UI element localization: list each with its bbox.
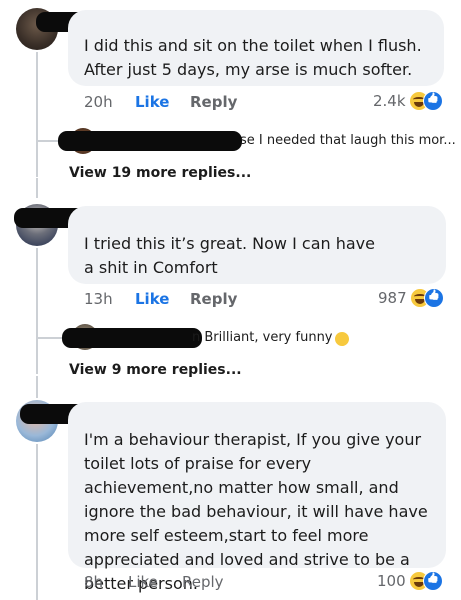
reply-preview[interactable]: se I needed that laugh this mor... (240, 133, 456, 148)
thread-line (36, 248, 38, 374)
reply-button[interactable]: Reply (190, 290, 237, 308)
thread-branch (36, 337, 62, 339)
reply-preview[interactable]: n Brilliant, very funny (192, 330, 333, 345)
reply-button[interactable]: Reply (190, 93, 237, 111)
view-more-replies[interactable]: View 9 more replies... (69, 362, 242, 378)
rofl-emoji (333, 330, 351, 348)
like-button[interactable]: Like (135, 290, 169, 308)
reaction-summary[interactable]: 987 (378, 288, 444, 308)
thread-line (36, 444, 38, 600)
reaction-count: 2.4k (373, 92, 406, 110)
comment-text: I tried this it’s great. Now I can have … (84, 234, 375, 277)
redacted-reply-name (58, 131, 242, 151)
thread-line (36, 376, 38, 398)
comment-time: 8h (84, 573, 104, 591)
comment-text: I did this and sit on the toilet when I … (84, 36, 422, 79)
comment-time: 13h (84, 290, 113, 308)
reaction-summary[interactable]: 100 (377, 571, 443, 591)
reaction-count: 987 (378, 289, 407, 307)
thread-line (36, 178, 38, 198)
comment-time: 20h (84, 93, 113, 111)
like-icon (422, 571, 443, 591)
like-button[interactable]: Like (128, 573, 158, 591)
like-icon (423, 288, 444, 308)
redacted-reply-name (62, 328, 202, 348)
reaction-summary[interactable]: 2.4k (373, 91, 443, 111)
view-more-replies[interactable]: View 19 more replies... (69, 165, 251, 181)
thread-line (36, 52, 38, 177)
reaction-count: 100 (377, 572, 406, 590)
like-icon (422, 91, 443, 111)
like-button[interactable]: Like (135, 93, 169, 111)
reply-button[interactable]: Reply (182, 573, 224, 591)
